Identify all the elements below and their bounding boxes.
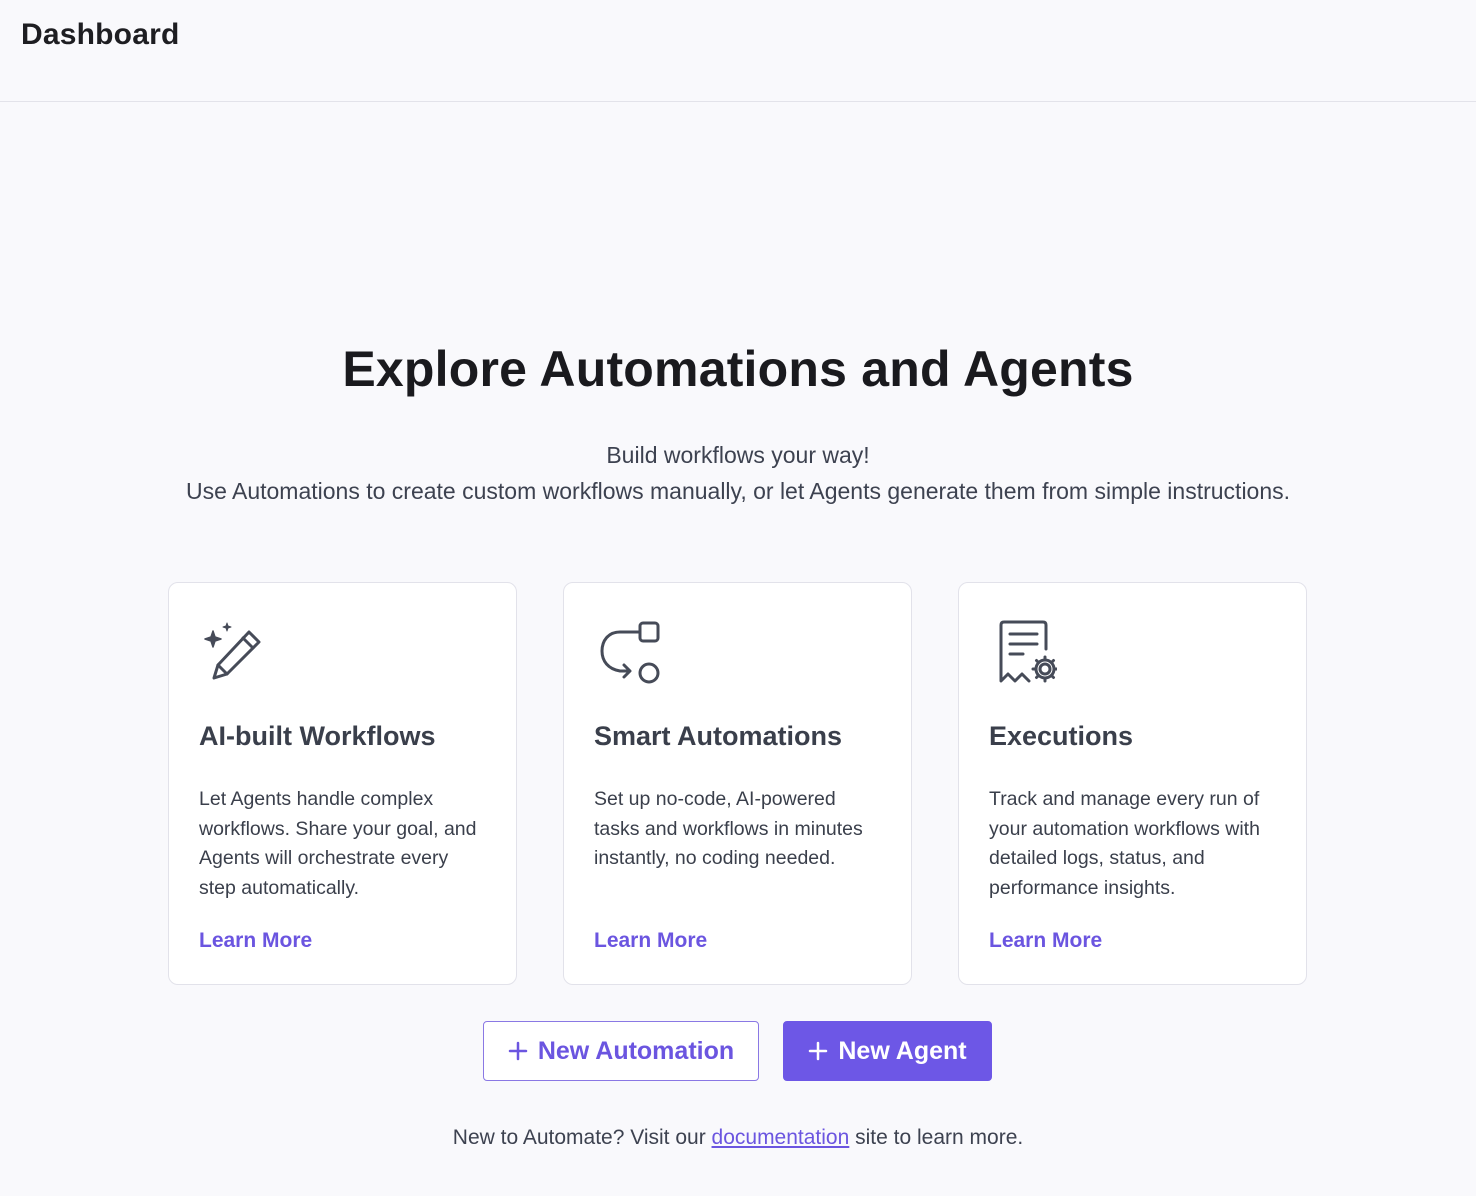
workflow-flow-icon (594, 619, 662, 687)
footer-prefix: New to Automate? Visit our (452, 1126, 712, 1149)
card-executions: Executions Track and manage every run of… (958, 582, 1307, 985)
documentation-link[interactable]: documentation (712, 1126, 850, 1149)
hero-subtitle-line1: Build workflows your way! (606, 442, 870, 468)
hero-title: Explore Automations and Agents (342, 341, 1134, 397)
new-agent-button[interactable]: New Agent (783, 1021, 992, 1081)
learn-more-link[interactable]: Learn More (594, 929, 707, 953)
plus-icon (809, 1041, 828, 1061)
card-title: Executions (989, 721, 1134, 751)
card-title: Smart Automations (594, 721, 843, 751)
footer-note: New to Automate? Visit our documentation… (0, 1126, 1476, 1150)
learn-more-link[interactable]: Learn More (199, 929, 312, 953)
hero-subtitle: Build workflows your way! Use Automation… (180, 437, 1296, 509)
card-ai-built-workflows: AI-built Workflows Let Agents handle com… (168, 582, 517, 985)
new-agent-label: New Agent (838, 1036, 967, 1065)
receipt-settings-icon (989, 619, 1059, 687)
page-title: Dashboard (21, 18, 180, 51)
new-automation-button[interactable]: New Automation (483, 1021, 759, 1081)
magic-pencil-icon (199, 619, 267, 687)
footer-suffix: site to learn more. (849, 1126, 1024, 1149)
plus-icon (508, 1041, 528, 1061)
card-title: AI-built Workflows (199, 721, 436, 751)
hero-subtitle-line2: Use Automations to create custom workflo… (185, 478, 1291, 504)
card-description: Track and manage every run of your autom… (989, 788, 1260, 899)
top-bar: Dashboard (0, 0, 1476, 102)
card-description: Let Agents handle complex workflows. Sha… (199, 788, 477, 899)
card-description: Set up no-code, AI-powered tasks and wor… (594, 788, 863, 869)
card-smart-automations: Smart Automations Set up no-code, AI-pow… (563, 582, 912, 985)
new-automation-label: New Automation (537, 1036, 735, 1065)
learn-more-link[interactable]: Learn More (989, 929, 1102, 953)
feature-cards: AI-built Workflows Let Agents handle com… (168, 582, 1308, 985)
